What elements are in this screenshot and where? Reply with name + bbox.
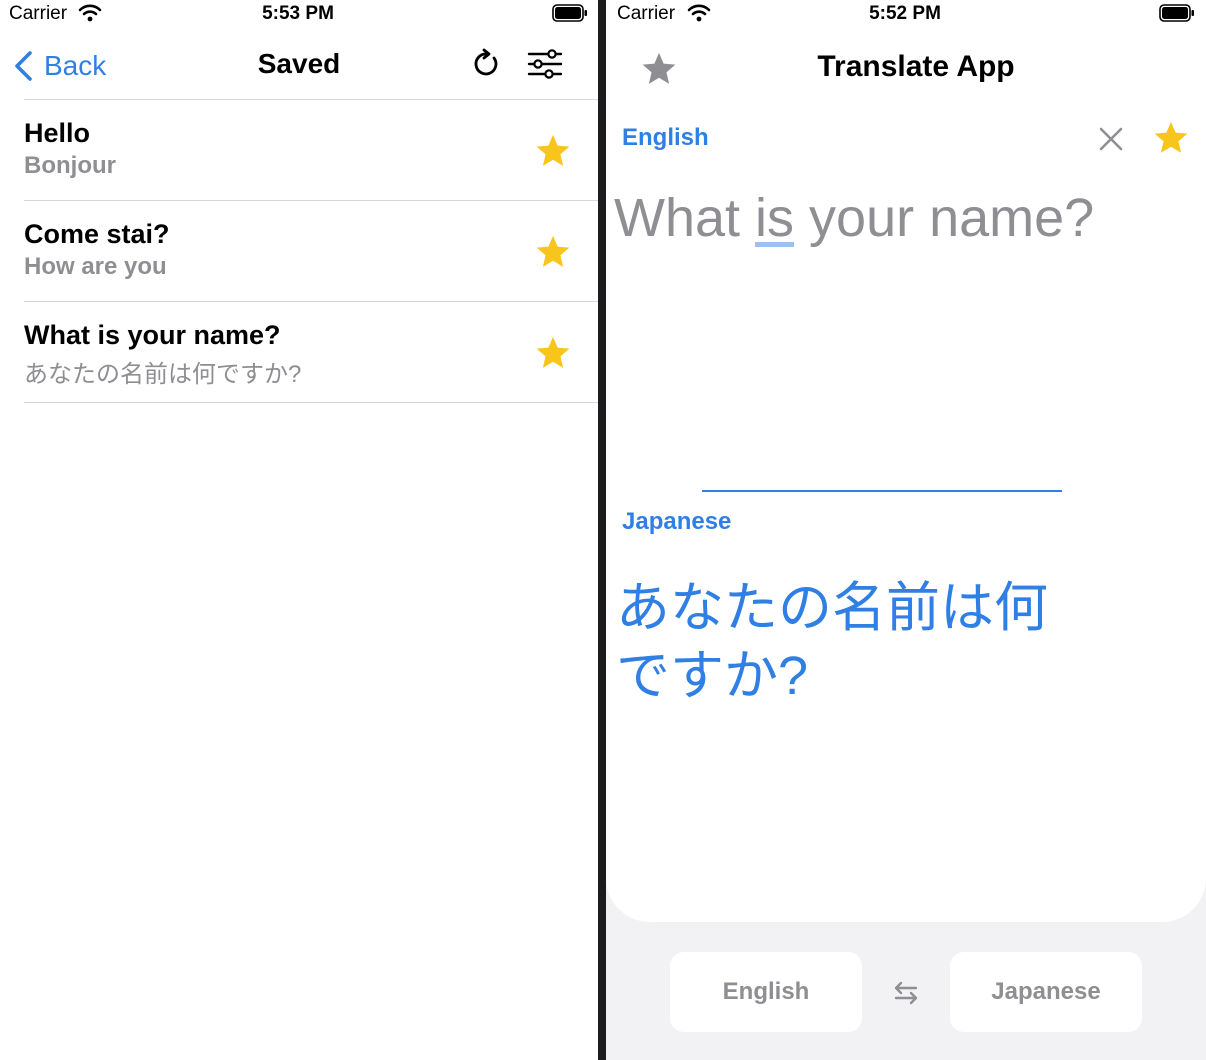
source-language-label: English (622, 124, 709, 151)
translation-card: Carrier 5:52 PM Translate App English Wh… (606, 0, 1206, 922)
battery-icon (552, 4, 587, 22)
wifi-icon (687, 4, 711, 22)
saved-item-translation: Bonjour (24, 152, 116, 179)
source-text-part: What (614, 188, 756, 248)
refresh-icon[interactable] (467, 44, 507, 84)
language-picker-bar: English Japanese (606, 922, 1206, 1060)
back-button[interactable]: Back (12, 46, 106, 86)
swap-arrows-icon[interactable] (890, 977, 922, 1009)
wifi-icon (78, 4, 102, 22)
source-text-underlined-word: is (755, 188, 795, 248)
from-language-button[interactable]: English (670, 952, 862, 1032)
screen-divider (598, 0, 606, 1060)
saved-item-translation: How are you (24, 253, 167, 280)
saved-item[interactable]: Come stai? How are you (24, 201, 598, 302)
star-icon[interactable] (534, 233, 572, 271)
target-language-label: Japanese (622, 508, 732, 535)
carrier-label: Carrier (9, 3, 68, 24)
saved-item-phrase: What is your name? (24, 320, 281, 350)
source-text-input[interactable]: What is your name? (614, 186, 1194, 476)
star-icon[interactable] (534, 132, 572, 170)
saved-list: Hello Bonjour Come stai? How are you Wha… (24, 99, 598, 403)
star-icon[interactable] (1152, 119, 1190, 157)
source-text-part: your name? (794, 188, 1095, 248)
status-bar: Carrier 5:52 PM (606, 0, 1206, 28)
saved-item-phrase: Come stai? (24, 219, 170, 249)
saved-item-phrase: Hello (24, 118, 91, 148)
star-icon[interactable] (534, 334, 572, 372)
section-separator (702, 490, 1062, 492)
saved-item[interactable]: What is your name? あなたの名前は何ですか? (24, 302, 598, 403)
filter-sliders-icon[interactable] (525, 44, 565, 84)
status-bar: Carrier 5:53 PM (0, 0, 598, 28)
status-time: 5:52 PM (869, 3, 941, 24)
status-time: 5:53 PM (262, 3, 334, 24)
app-title: Translate App (817, 50, 1015, 83)
close-icon[interactable] (1096, 124, 1126, 154)
battery-icon (1159, 4, 1194, 22)
chevron-left-icon (15, 51, 32, 81)
translate-screen: Carrier 5:52 PM Translate App English Wh… (606, 0, 1206, 1060)
translated-text: あなたの名前は何ですか? (616, 578, 1048, 706)
page-title: Saved (257, 48, 341, 79)
saved-item-translation: あなたの名前は何ですか? (24, 361, 302, 388)
saved-list-star-icon[interactable] (640, 50, 678, 88)
carrier-label: Carrier (617, 3, 676, 24)
to-language-button[interactable]: Japanese (950, 952, 1142, 1032)
saved-item[interactable]: Hello Bonjour (24, 100, 598, 201)
back-label: Back (44, 50, 107, 81)
saved-screen: Carrier 5:53 PM Back Saved Hello Bonjour… (0, 0, 598, 1060)
